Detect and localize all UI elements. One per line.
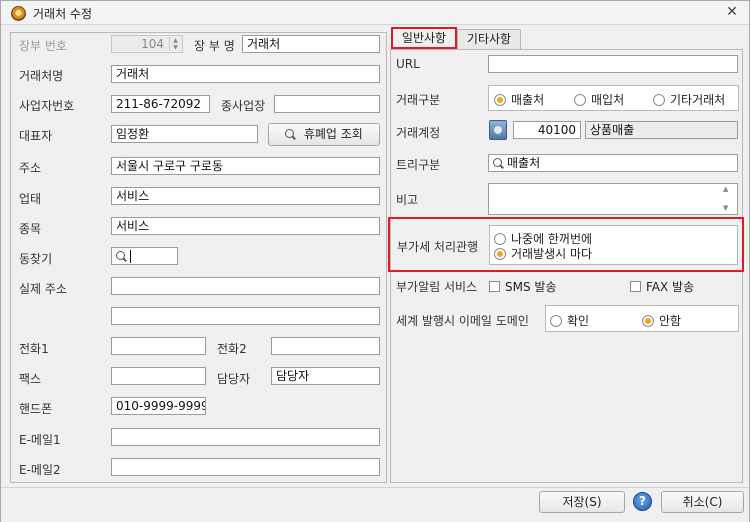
ledger-name-label: 장 부 명	[194, 39, 235, 53]
radio-icon	[494, 93, 506, 106]
radio-icon	[642, 314, 654, 327]
mobile-label: 핸드폰	[19, 402, 53, 416]
biz-type-label: 업태	[19, 192, 42, 206]
account-code-field[interactable]: 40100	[513, 121, 581, 139]
fax-checkbox[interactable]: FAX 발송	[630, 278, 694, 295]
branch-field[interactable]	[274, 95, 380, 113]
tree-type-label: 트리구분	[396, 158, 441, 172]
closure-lookup-button[interactable]: 휴폐업 조회	[268, 123, 380, 146]
trade-account-label: 거래계정	[396, 126, 441, 140]
ledger-no-label: 장부 번호	[19, 39, 67, 53]
ledger-no-field: 104 ▲ ▼	[111, 35, 183, 53]
rep-field[interactable]: 임정환	[111, 125, 258, 143]
radio-icon	[574, 93, 586, 106]
checkbox-icon	[489, 281, 500, 292]
scroll-down-icon[interactable]: ▼	[723, 204, 745, 212]
search-icon	[116, 251, 127, 262]
email2-label: E-메일2	[19, 463, 61, 477]
biz-no-label: 사업자번호	[19, 99, 75, 113]
email2-field[interactable]	[111, 458, 380, 476]
fax-label: 팩스	[19, 372, 42, 386]
search-icon	[493, 158, 504, 169]
account-name-field: 상품매출	[585, 121, 738, 139]
manager-label: 담당자	[217, 372, 251, 386]
phone2-label: 전화2	[217, 342, 247, 356]
notify-service-label: 부가알림 서비스	[396, 280, 478, 294]
ledger-name-field[interactable]: 거래처	[242, 35, 380, 53]
note-label: 비고	[396, 193, 419, 207]
cancel-button[interactable]: 취소(C)	[661, 491, 744, 513]
mobile-field[interactable]: 010-9999-9999	[111, 397, 206, 415]
client-name-label: 거래처명	[19, 69, 64, 83]
url-label: URL	[396, 57, 420, 71]
url-field[interactable]	[488, 55, 738, 73]
radio-icon	[494, 247, 506, 260]
phone1-field[interactable]	[111, 337, 206, 355]
title-bar: 거래처 수정 ✕	[1, 1, 749, 25]
email-domain-none-radio[interactable]: 안함	[642, 312, 681, 329]
real-address-label: 실제 주소	[19, 282, 67, 296]
radio-icon	[653, 93, 665, 106]
email1-label: E-메일1	[19, 433, 61, 447]
trade-type-purchase-radio[interactable]: 매입처	[574, 91, 624, 108]
dong-search-field[interactable]	[111, 247, 178, 265]
dialog-window: 거래처 수정 ✕ 장부 번호 104 ▲ ▼ 장 부 명 거래처 거래처명 거래처 …	[0, 0, 750, 522]
vat-each-trade-radio[interactable]: 거래발생시 마다	[494, 245, 592, 262]
fax-field[interactable]	[111, 367, 206, 385]
account-lookup-icon[interactable]	[489, 120, 507, 140]
biz-item-field[interactable]: 서비스	[111, 217, 380, 235]
vat-practice-label: 부가세 처리관행	[397, 240, 479, 254]
rep-label: 대표자	[19, 129, 53, 143]
biz-no-field[interactable]: 211-86-72092	[111, 95, 210, 113]
tab-general[interactable]: 일반사항	[391, 27, 457, 49]
window-title: 거래처 수정	[33, 7, 93, 21]
save-button[interactable]: 저장(S)	[539, 491, 625, 513]
client-name-field[interactable]: 거래처	[111, 65, 380, 83]
branch-label: 종사업장	[221, 99, 266, 113]
checkbox-icon	[630, 281, 641, 292]
email1-field[interactable]	[111, 428, 380, 446]
real-address-field-1[interactable]	[111, 277, 380, 295]
tree-type-field[interactable]: 매출처	[488, 154, 738, 172]
search-icon	[285, 129, 296, 140]
dong-search-label: 동찾기	[19, 252, 53, 266]
trade-type-sales-radio[interactable]: 매출처	[494, 91, 544, 108]
scroll-up-icon[interactable]: ▲	[723, 185, 745, 193]
trade-type-other-radio[interactable]: 기타거래처	[653, 91, 725, 108]
biz-item-label: 종목	[19, 222, 42, 236]
real-address-field-2[interactable]	[111, 307, 380, 325]
manager-field[interactable]: 담당자	[271, 367, 380, 385]
phone2-field[interactable]	[271, 337, 380, 355]
phone1-label: 전화1	[19, 342, 49, 356]
sms-checkbox[interactable]: SMS 발송	[489, 278, 556, 295]
radio-icon	[494, 232, 506, 245]
radio-icon	[550, 314, 562, 327]
address-field[interactable]: 서울시 구로구 구로동	[111, 157, 380, 175]
email-domain-confirm-radio[interactable]: 확인	[550, 312, 589, 329]
spinner-icon: ▲ ▼	[169, 37, 181, 51]
help-icon[interactable]: ?	[633, 492, 652, 511]
note-textarea[interactable]	[488, 183, 738, 215]
email-domain-label: 세계 발행시 이메일 도메인	[396, 314, 529, 328]
close-icon[interactable]: ✕	[723, 3, 741, 21]
tab-others[interactable]: 기타사항	[457, 29, 521, 49]
trade-type-label: 거래구분	[396, 93, 441, 107]
address-label: 주소	[19, 161, 42, 175]
biz-type-field[interactable]: 서비스	[111, 187, 380, 205]
app-icon	[11, 6, 26, 21]
